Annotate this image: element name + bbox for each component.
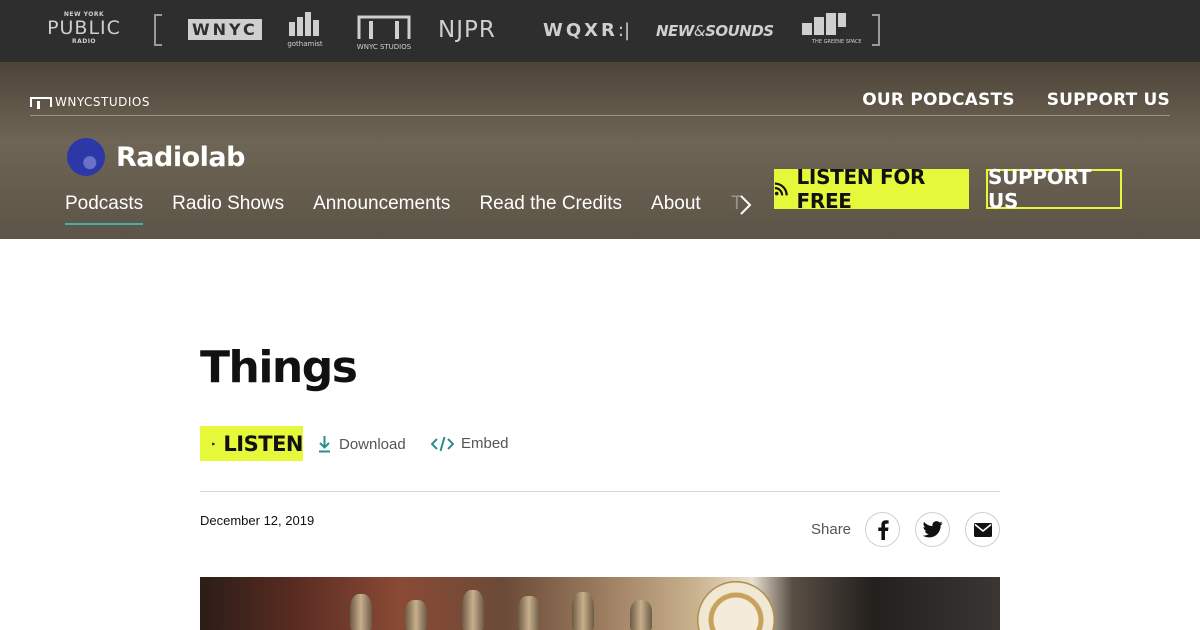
new-sounds-logo[interactable]: NEW&SOUNDS (656, 22, 774, 40)
show-nav: Podcasts Radio Shows Announcements Read … (65, 193, 701, 225)
show-title[interactable]: Radiolab (116, 142, 245, 173)
support-us-button-label: SUPPORT US (988, 165, 1092, 213)
download-link[interactable]: Download (317, 435, 406, 453)
embed-link[interactable]: Embed (431, 435, 509, 452)
nav-about[interactable]: About (651, 193, 701, 225)
wnyc-studios-logo[interactable]: WNYC STUDIOS (356, 15, 412, 51)
image-teapot (572, 592, 594, 630)
network-bar: NEW YORK PUBLIC RADIO WNYC gothamist WNY… (0, 0, 1200, 62)
nypr-logo-main: PUBLIC (47, 17, 121, 39)
share-label: Share (811, 521, 852, 538)
rss-icon (774, 182, 788, 196)
image-teapot (630, 600, 652, 630)
gothamist-skyline-icon (289, 12, 319, 36)
bracket-right (872, 14, 880, 46)
image-teapot (462, 590, 484, 630)
new-sounds-logo-part2: SOUNDS (705, 22, 774, 40)
listen-button[interactable]: LISTEN (200, 426, 303, 461)
share-email-button[interactable] (965, 512, 1000, 547)
support-us-button[interactable]: SUPPORT US (986, 165, 1122, 213)
wnyc-studios-header-logo-text: WNYCSTUDIOS (55, 95, 150, 109)
image-teapot (518, 596, 540, 630)
greene-space-logo[interactable]: THE GREENE SPACE (802, 13, 862, 45)
episode-image (200, 577, 1000, 630)
image-teapot (405, 600, 427, 630)
nav-announcements[interactable]: Announcements (313, 193, 450, 225)
njpr-logo[interactable]: NJPR (438, 17, 496, 43)
greene-space-logo-text: THE GREENE SPACE (812, 39, 862, 45)
support-us-link[interactable]: SUPPORT US (1047, 90, 1170, 110)
header-top-links: OUR PODCASTS SUPPORT US (862, 90, 1170, 110)
njpr-logo-text: NJPR (438, 17, 496, 43)
gothamist-logo-text: gothamist (287, 40, 323, 48)
wnyc-studios-mark-icon (357, 15, 411, 39)
listen-for-free-label: LISTEN FOR FREE (796, 165, 926, 213)
wnyc-logo-text: WNYC (188, 19, 262, 40)
show-header: WNYCSTUDIOS OUR PODCASTS SUPPORT US Radi… (0, 62, 1200, 239)
show-avatar[interactable] (67, 138, 105, 176)
wnyc-logo[interactable]: WNYC (188, 19, 262, 40)
gothamist-logo[interactable]: gothamist (286, 12, 324, 48)
code-icon (431, 436, 454, 451)
wqxr-logo[interactable]: WQXR:| (543, 20, 630, 41)
publish-date: December 12, 2019 (200, 513, 315, 528)
image-plate (697, 581, 775, 630)
greene-space-mark-icon (802, 13, 846, 35)
nypr-logo-bottom: RADIO (71, 38, 97, 45)
nypr-logo[interactable]: NEW YORK PUBLIC RADIO (41, 11, 127, 45)
nav-read-the-credits[interactable]: Read the Credits (479, 193, 622, 225)
wqxr-bars-icon: :| (617, 20, 631, 41)
listen-button-label: LISTEN (223, 431, 303, 456)
wqxr-logo-text: WQXR (543, 20, 618, 41)
wnyc-studios-header-logo[interactable]: WNYCSTUDIOS (30, 95, 150, 109)
listen-for-free-button[interactable]: LISTEN FOR FREE (774, 165, 969, 213)
our-podcasts-link[interactable]: OUR PODCASTS (862, 90, 1014, 110)
twitter-icon (922, 521, 943, 538)
facebook-icon (877, 519, 889, 540)
image-teapot (350, 594, 372, 630)
wnyc-studios-logo-text: WNYC STUDIOS (356, 43, 412, 51)
episode-divider (200, 491, 1000, 492)
share-facebook-button[interactable] (865, 512, 900, 547)
email-icon (973, 522, 992, 537)
play-icon (212, 441, 216, 446)
new-sounds-logo-part1: NEW (656, 22, 694, 40)
ampersand-icon: & (693, 22, 706, 40)
episode-title: Things (200, 342, 358, 393)
embed-label: Embed (461, 435, 509, 452)
bracket-left (154, 14, 162, 46)
wnyc-studios-icon (30, 97, 52, 109)
nav-radio-shows[interactable]: Radio Shows (172, 193, 284, 225)
download-label: Download (339, 435, 406, 453)
download-icon (319, 436, 330, 453)
share-twitter-button[interactable] (915, 512, 950, 547)
chevron-right-icon[interactable] (737, 193, 755, 217)
header-divider (30, 115, 1170, 116)
nav-podcasts[interactable]: Podcasts (65, 193, 144, 225)
